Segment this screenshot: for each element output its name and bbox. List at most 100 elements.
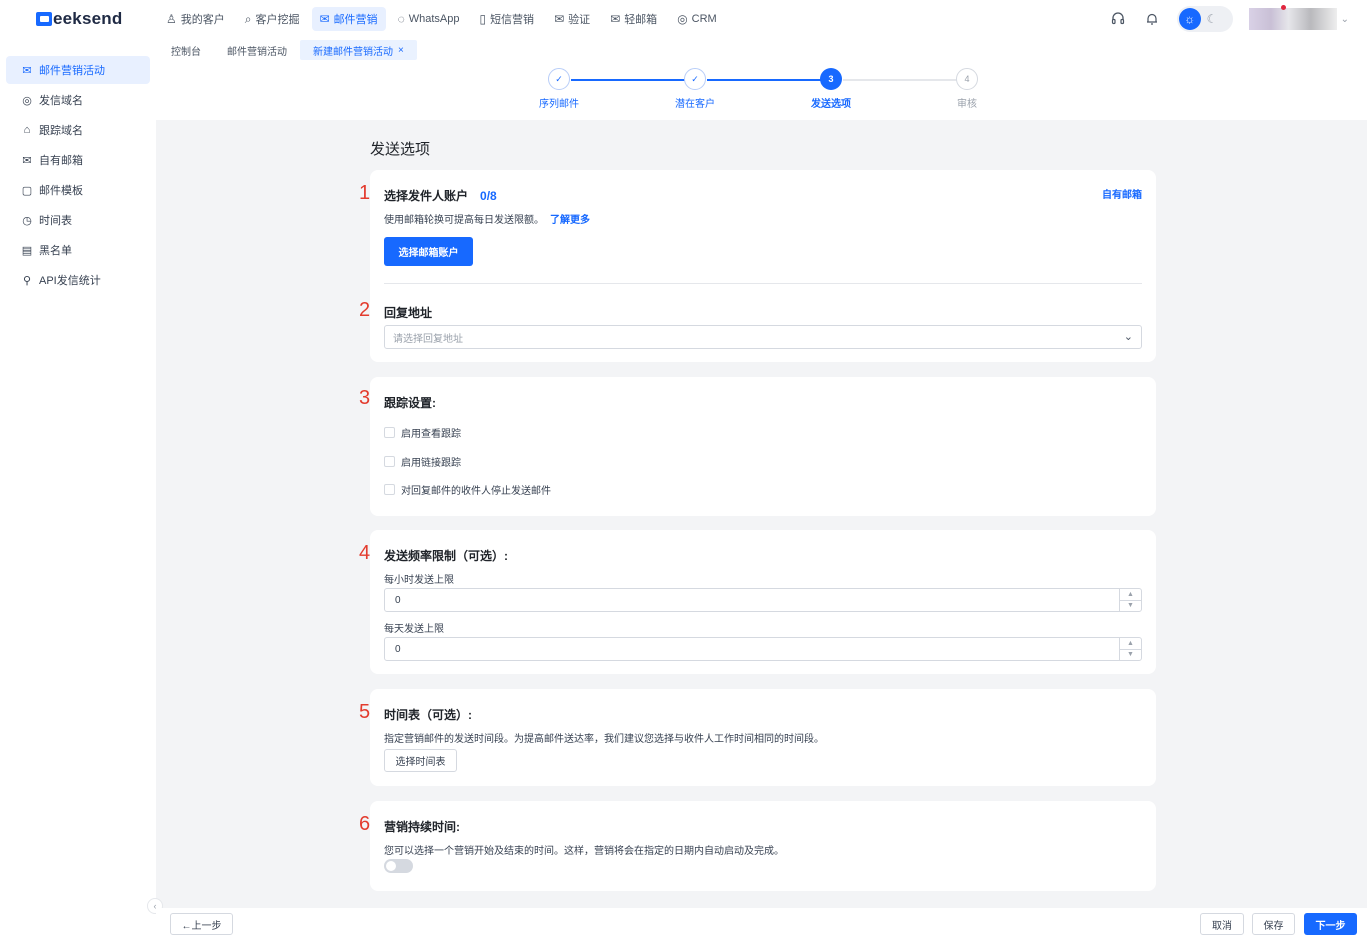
- topnav-sms[interactable]: ▯ 短信营销: [471, 7, 542, 31]
- sidebar-item-sending-domain[interactable]: ◎ 发信域名: [6, 86, 150, 114]
- daily-limit-input[interactable]: 0 ▲ ▼: [384, 637, 1142, 661]
- topnav-email-marketing[interactable]: ✉ 邮件营销: [311, 7, 386, 31]
- topnav-light-mail[interactable]: ✉ 轻邮箱: [602, 7, 665, 31]
- spin-up-icon[interactable]: ▲: [1120, 638, 1141, 650]
- tracking-card: 3 跟踪设置: 启用查看跟踪 启用链接跟踪 对回复邮件的收件人停止发送邮件: [359, 377, 1156, 516]
- rate-title: 发送频率限制（可选）:: [384, 549, 508, 563]
- sender-card: 1 选择发件人账户 0/8 自有邮箱 使用邮箱轮换可提高每日发送限额。 了解更多 选…: [359, 170, 1156, 362]
- own-mailbox-icon: ✉: [22, 154, 32, 167]
- topnav-my-customers[interactable]: ♙ 我的客户: [158, 7, 233, 31]
- learn-more-link[interactable]: 了解更多: [550, 215, 590, 226]
- step-sequence-email[interactable]: ✓ 序列邮件: [524, 68, 594, 110]
- sender-title-text: 选择发件人账户: [384, 189, 469, 203]
- sidebar-item-schedule[interactable]: ◷ 时间表: [6, 206, 150, 234]
- sidebar-item-label: 黑名单: [39, 245, 72, 257]
- sidebar-item-label: 自有邮箱: [39, 155, 83, 167]
- tab-label: 新建邮件营销活动: [313, 46, 393, 58]
- main-content: ✓ 序列邮件 ✓ 潜在客户 3 发送选项 4 审核 发送选项 1 选择发件人账户…: [156, 60, 1367, 908]
- topnav-label: WhatsApp: [408, 13, 460, 25]
- next-step-button[interactable]: 下一步: [1304, 913, 1357, 935]
- step-send-options[interactable]: 3 发送选项: [796, 68, 866, 110]
- notification-dot: [1280, 5, 1286, 10]
- checkbox-label: 启用链接跟踪: [401, 458, 461, 469]
- stop-on-reply-option[interactable]: 对回复邮件的收件人停止发送邮件: [384, 482, 551, 497]
- link-tracking-checkbox[interactable]: [384, 456, 395, 467]
- link-tracking-option[interactable]: 启用链接跟踪: [384, 454, 461, 469]
- step-review[interactable]: 4 审核: [932, 68, 1002, 110]
- duration-desc: 您可以选择一个营销开始及结束的时间。这样，营销将会在指定的日期内自动启动及完成。: [384, 846, 784, 857]
- topnav-customer-mining[interactable]: ⌕ 客户挖掘: [237, 7, 308, 31]
- hourly-limit-input[interactable]: 0 ▲ ▼: [384, 588, 1142, 612]
- sender-count: 0/8: [480, 189, 497, 203]
- sidebar-item-api-stats[interactable]: ⚲ API发信统计: [6, 266, 150, 294]
- view-tracking-checkbox[interactable]: [384, 427, 395, 438]
- daily-stepper[interactable]: ▲ ▼: [1119, 638, 1141, 660]
- select-mailbox-button[interactable]: 选择邮箱账户: [384, 237, 473, 266]
- sidebar-item-blacklist[interactable]: ▤ 黑名单: [6, 236, 150, 264]
- duration-toggle[interactable]: [384, 859, 413, 873]
- hourly-limit-value: 0: [395, 594, 401, 606]
- sms-icon: ▯: [479, 12, 487, 26]
- cancel-button[interactable]: 取消: [1200, 913, 1244, 935]
- spin-down-icon[interactable]: ▼: [1120, 650, 1141, 661]
- topnav-crm[interactable]: ◎ CRM: [669, 7, 725, 31]
- logo-text: eeksend: [53, 9, 123, 28]
- reply-placeholder: 请选择回复地址: [393, 333, 463, 345]
- prev-step-button[interactable]: ←上一步: [170, 913, 233, 935]
- reply-address-select[interactable]: 请选择回复地址 ⌄: [384, 325, 1142, 349]
- avatar: [1248, 5, 1337, 30]
- domain-icon: ◎: [22, 94, 32, 107]
- close-icon[interactable]: ×: [398, 45, 404, 56]
- select-schedule-button[interactable]: 选择时间表: [384, 749, 457, 772]
- sidebar-item-tracking-domain[interactable]: ⌂ 跟踪域名: [6, 116, 150, 144]
- spin-up-icon[interactable]: ▲: [1120, 589, 1141, 601]
- step-prospects[interactable]: ✓ 潜在客户: [660, 68, 730, 110]
- tab-dashboard[interactable]: 控制台: [158, 40, 214, 60]
- view-tracking-option[interactable]: 启用查看跟踪: [384, 425, 461, 440]
- tab-email-campaigns[interactable]: 邮件营销活动: [214, 40, 300, 60]
- sidebar-item-templates[interactable]: ▢ 邮件模板: [6, 176, 150, 204]
- schedule-desc: 指定营销邮件的发送时间段。为提高邮件送达率，我们建议您选择与收件人工作时间相同的…: [384, 734, 824, 745]
- section-number-2: 2: [359, 299, 371, 321]
- search-icon: ⌕: [244, 11, 252, 26]
- topnav-whatsapp[interactable]: ◌ WhatsApp: [390, 7, 468, 31]
- section-number-6: 6: [359, 813, 371, 835]
- top-nav: ♙ 我的客户 ⌕ 客户挖掘 ✉ 邮件营销 ◌ WhatsApp ▯ 短信营销 ✉ 验证 ✉ 轻…: [158, 7, 725, 31]
- topnav-verify[interactable]: ✉ 验证: [546, 7, 598, 31]
- stop-on-reply-checkbox[interactable]: [384, 484, 395, 495]
- daily-limit-value: 0: [395, 643, 401, 655]
- theme-toggle[interactable]: ☼ ☾: [1176, 6, 1233, 32]
- tab-new-campaign[interactable]: 新建邮件营销活动 ×: [300, 40, 417, 60]
- user-menu[interactable]: ⌄: [1248, 5, 1349, 30]
- topnav-label: 验证: [568, 14, 591, 26]
- tracking-title: 跟踪设置:: [384, 396, 436, 410]
- step-label: 发送选项: [811, 99, 851, 110]
- template-icon: ▢: [21, 184, 33, 197]
- tab-label: 邮件营销活动: [227, 46, 287, 58]
- spin-down-icon[interactable]: ▼: [1120, 601, 1141, 612]
- sidebar-item-own-mailbox[interactable]: ✉ 自有邮箱: [6, 146, 150, 174]
- headset-icon[interactable]: [1109, 10, 1127, 28]
- sun-icon[interactable]: ☼: [1178, 8, 1201, 30]
- schedule-icon: ◷: [22, 214, 32, 227]
- mail-icon: ✉: [319, 12, 330, 26]
- checkbox-label: 启用查看跟踪: [401, 429, 461, 440]
- rate-limit-card: 4 发送频率限制（可选）: 每小时发送上限 0 ▲ ▼ 每天发送上限 0 ▲ ▼: [359, 530, 1156, 674]
- step-label: 潜在客户: [675, 99, 715, 110]
- own-mailbox-link[interactable]: 自有邮箱: [1102, 186, 1142, 201]
- user-icon: ♙: [166, 12, 177, 26]
- sender-desc-text: 使用邮箱轮换可提高每日发送限额。: [384, 215, 544, 226]
- moon-icon[interactable]: ☾: [1207, 12, 1218, 26]
- save-button[interactable]: 保存: [1252, 913, 1295, 935]
- page-tabs: 控制台 邮件营销活动 新建邮件营销活动 ×: [158, 40, 417, 60]
- sidebar-item-email-campaigns[interactable]: ✉ 邮件营销活动: [6, 56, 150, 84]
- hourly-stepper[interactable]: ▲ ▼: [1119, 589, 1141, 611]
- crm-icon: ◎: [677, 12, 688, 26]
- step-label: 审核: [957, 99, 977, 110]
- topnav-label: CRM: [691, 13, 717, 25]
- bell-icon[interactable]: [1143, 10, 1161, 28]
- logo-mark-icon: [36, 12, 52, 26]
- page-title: 发送选项: [370, 141, 431, 158]
- geeksend-logo[interactable]: eeksend: [36, 9, 122, 29]
- tab-label: 控制台: [171, 46, 201, 58]
